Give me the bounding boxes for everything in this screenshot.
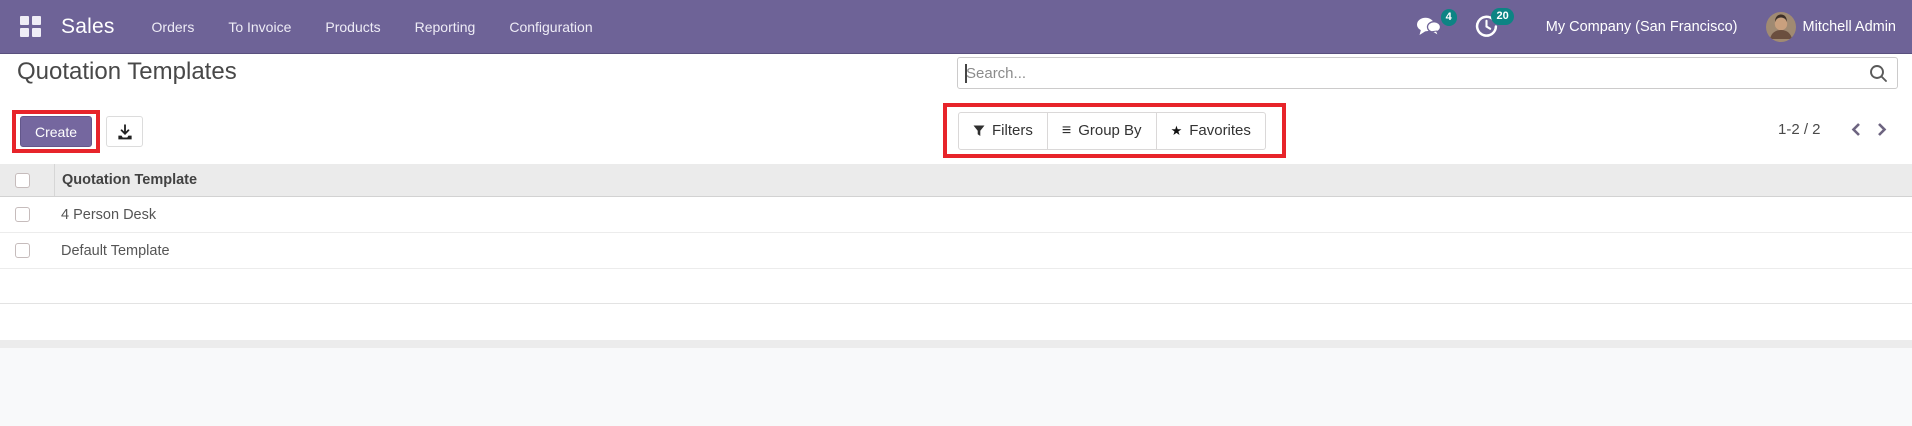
app-name[interactable]: Sales xyxy=(61,15,115,39)
annotation-box-create: Create xyxy=(12,110,100,153)
filters-button[interactable]: Filters xyxy=(958,111,1048,150)
filter-icon xyxy=(973,125,985,136)
row-checkbox[interactable] xyxy=(15,243,30,258)
nav-item-products[interactable]: Products xyxy=(308,0,397,54)
pager-next-button[interactable] xyxy=(1869,118,1895,141)
group-by-button[interactable]: ≡ Group By xyxy=(1046,111,1157,150)
pager: 1-2 / 2 xyxy=(1778,118,1895,141)
list-header-row: Quotation Template xyxy=(0,164,1912,197)
apps-menu-button[interactable] xyxy=(20,16,41,37)
row-checkbox[interactable] xyxy=(15,207,30,222)
export-button[interactable] xyxy=(106,116,143,147)
quotation-template-list: Quotation Template 4 Person Desk Default… xyxy=(0,164,1912,304)
messages-button[interactable]: 4 xyxy=(1416,9,1457,37)
search-box xyxy=(957,57,1898,89)
search-icon[interactable] xyxy=(1869,64,1888,83)
activities-button[interactable]: 20 xyxy=(1475,8,1514,38)
empty-row xyxy=(0,269,1912,304)
table-row[interactable]: 4 Person Desk xyxy=(0,197,1912,233)
apps-grid-icon xyxy=(20,16,41,37)
bottom-divider xyxy=(0,340,1912,348)
activities-badge: 20 xyxy=(1491,8,1514,25)
avatar xyxy=(1765,11,1796,42)
top-navbar: Sales Orders To Invoice Products Reporti… xyxy=(0,0,1912,54)
company-switcher[interactable]: My Company (San Francisco) xyxy=(1546,19,1738,35)
sales-app-window: Sales Orders To Invoice Products Reporti… xyxy=(0,0,1912,426)
favorites-label: Favorites xyxy=(1189,122,1251,139)
messages-badge: 4 xyxy=(1440,9,1457,26)
nav-item-reporting[interactable]: Reporting xyxy=(398,0,493,54)
pager-range: 1-2 / 2 xyxy=(1778,121,1821,138)
chat-bubbles-icon xyxy=(1416,17,1441,37)
download-icon xyxy=(117,123,132,139)
filters-label: Filters xyxy=(992,122,1033,139)
column-header-quotation-template[interactable]: Quotation Template xyxy=(54,164,1912,196)
annotation-box-filters: Filters ≡ Group By ★ Favorites xyxy=(943,103,1286,158)
group-by-icon: ≡ xyxy=(1061,121,1072,139)
text-caret xyxy=(965,64,967,83)
user-name: Mitchell Admin xyxy=(1802,18,1896,35)
user-menu[interactable]: Mitchell Admin xyxy=(1765,11,1896,42)
footer-background xyxy=(0,348,1912,426)
create-button[interactable]: Create xyxy=(20,116,92,147)
select-all-checkbox[interactable] xyxy=(15,172,30,188)
main-menu: Orders To Invoice Products Reporting Con… xyxy=(135,0,610,53)
search-options-group: Filters ≡ Group By ★ Favorites xyxy=(958,111,1266,150)
nav-item-to-invoice[interactable]: To Invoice xyxy=(211,0,308,54)
pager-previous-button[interactable] xyxy=(1843,118,1869,141)
chevron-right-icon xyxy=(1877,123,1886,136)
chevron-left-icon xyxy=(1851,123,1860,136)
nav-item-configuration[interactable]: Configuration xyxy=(492,0,609,54)
search-input[interactable] xyxy=(958,64,1869,82)
navbar-right: 4 20 My Company (San Francisco) Mitchell… xyxy=(1416,8,1896,42)
row-template-name: Default Template xyxy=(61,242,170,259)
group-by-label: Group By xyxy=(1078,122,1142,139)
table-row[interactable]: Default Template xyxy=(0,233,1912,269)
row-template-name: 4 Person Desk xyxy=(61,206,157,223)
page-title: Quotation Templates xyxy=(17,58,237,85)
star-icon: ★ xyxy=(1170,123,1183,138)
nav-item-orders[interactable]: Orders xyxy=(135,0,212,54)
navbar-left: Sales Orders To Invoice Products Reporti… xyxy=(16,0,610,53)
favorites-button[interactable]: ★ Favorites xyxy=(1155,111,1266,150)
